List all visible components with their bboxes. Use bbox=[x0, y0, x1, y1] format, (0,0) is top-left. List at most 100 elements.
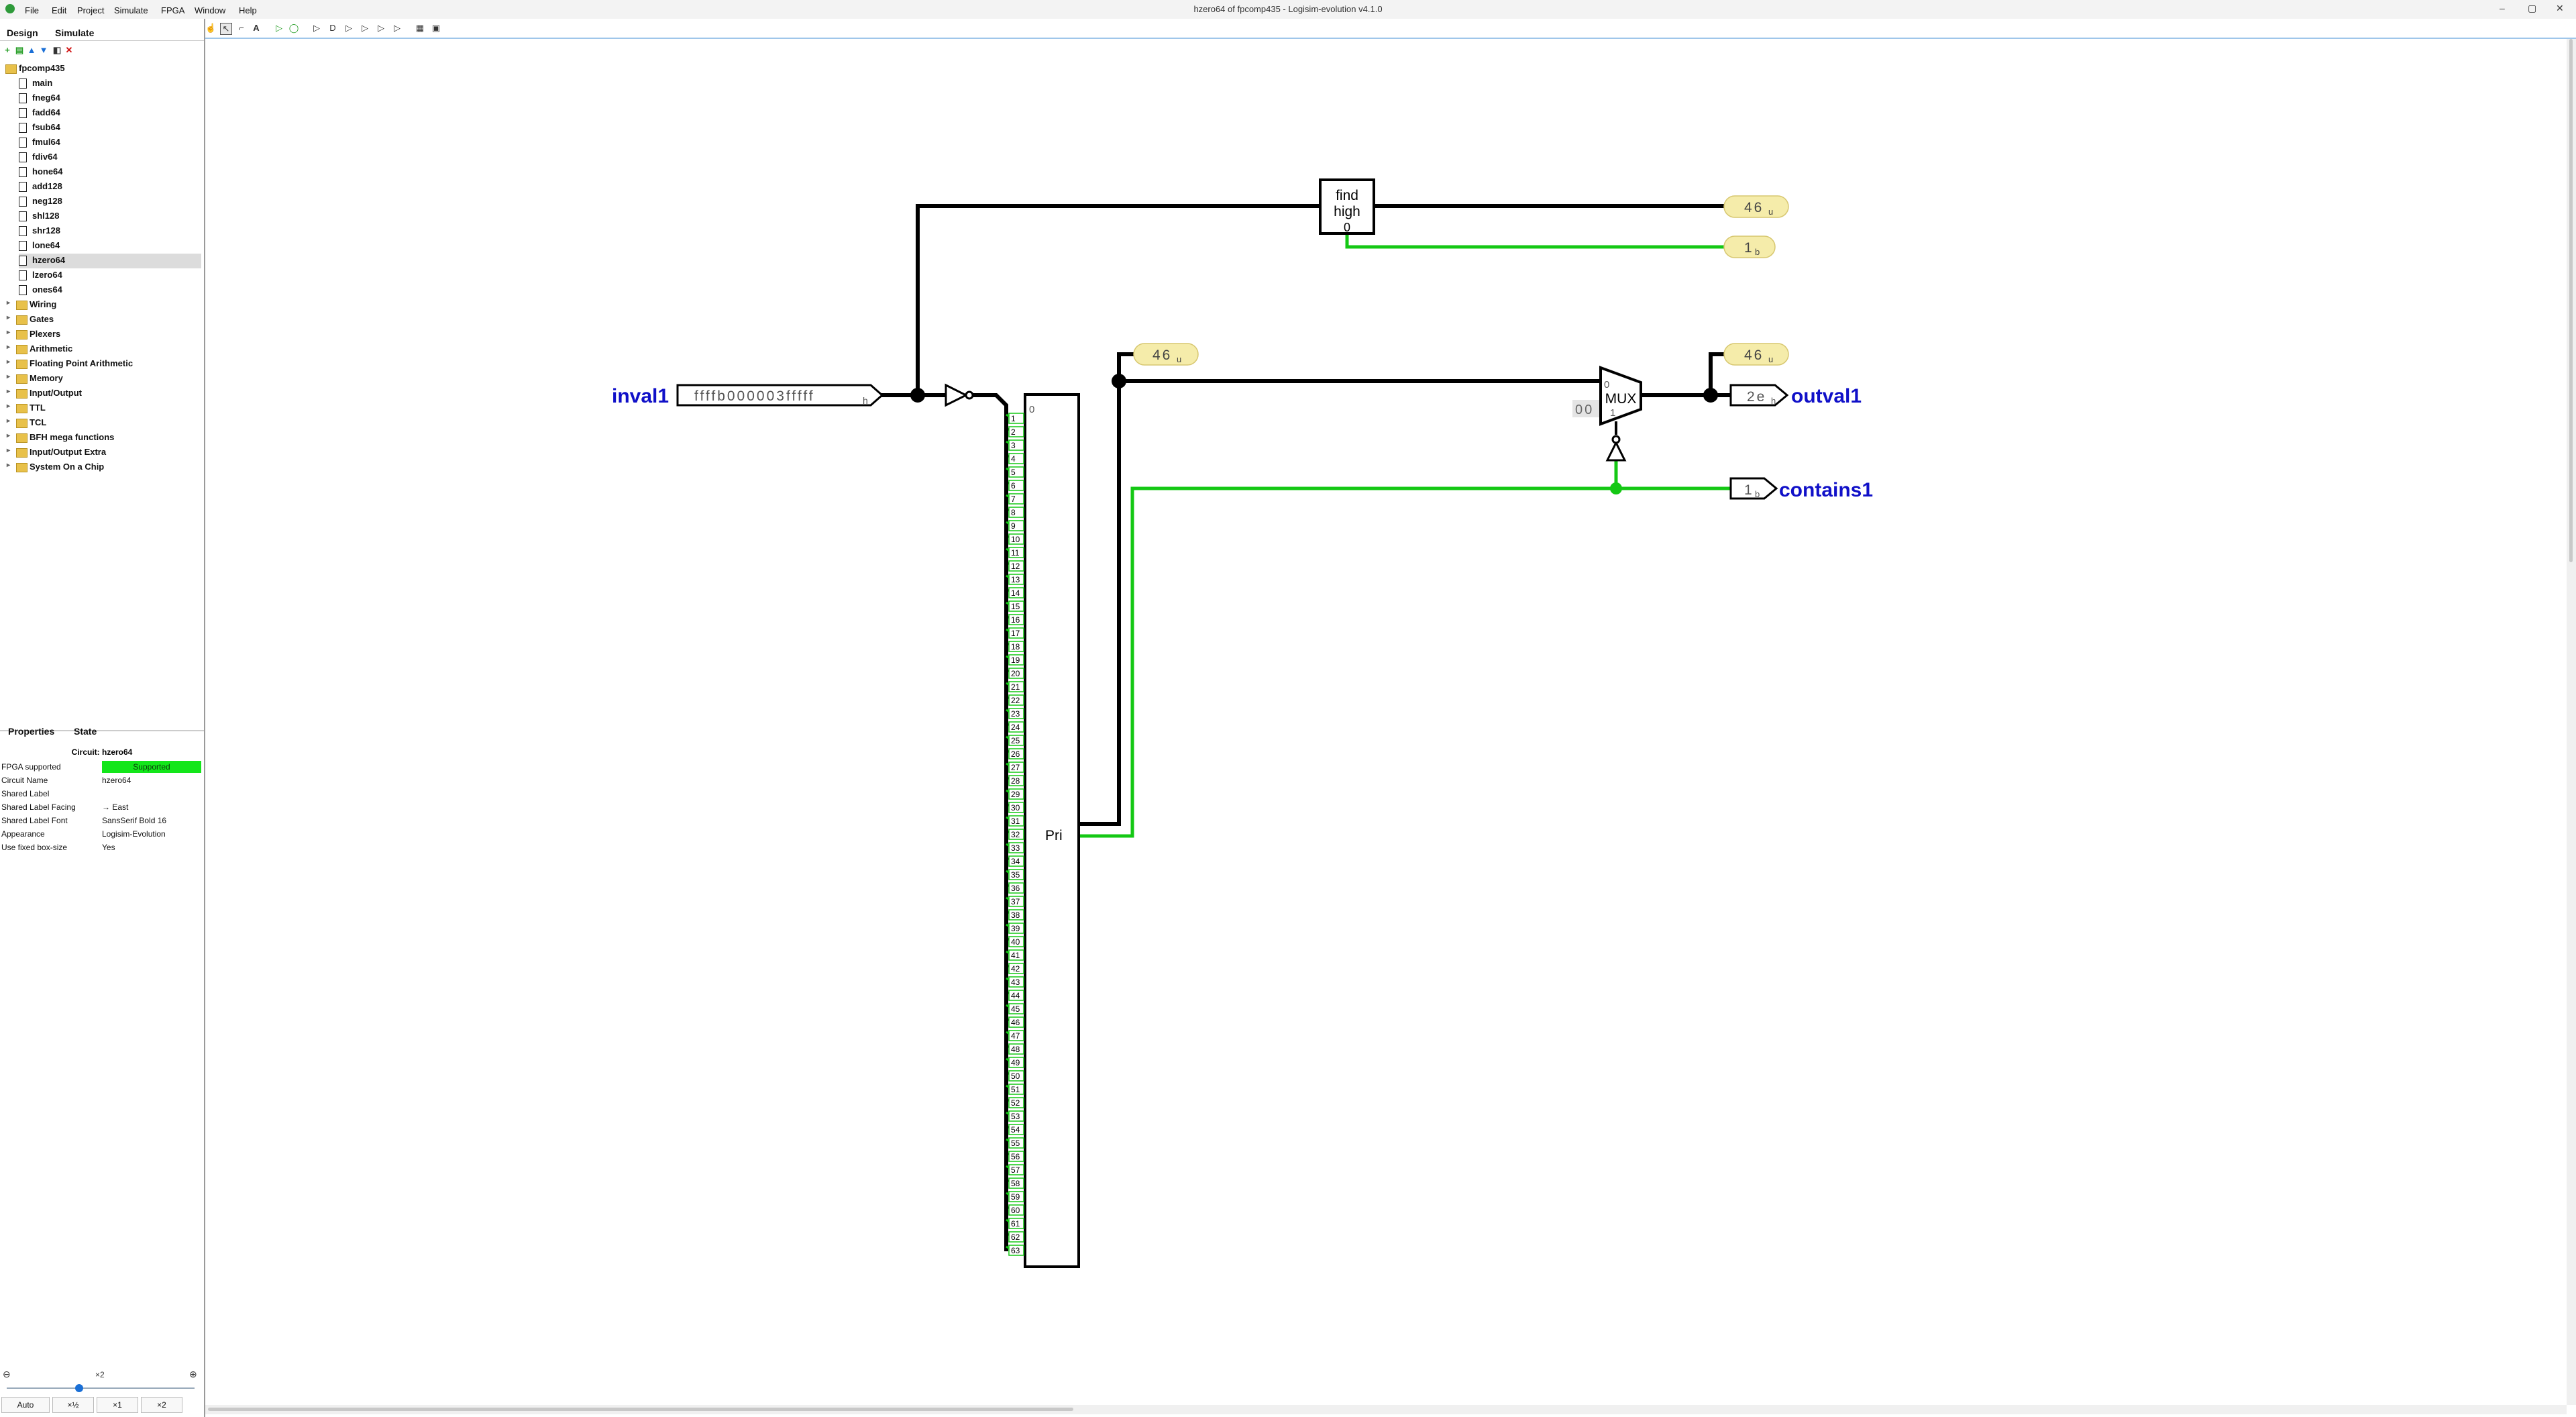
tree-library-7[interactable]: ▸ TTL bbox=[7, 401, 201, 416]
zoom-in-icon[interactable]: ⊕ bbox=[189, 1369, 197, 1380]
xor-gate-tool-icon[interactable]: ▷ bbox=[360, 23, 370, 34]
layout-view-icon[interactable]: ▦ bbox=[415, 23, 425, 34]
expand-arrow-icon[interactable]: ▸ bbox=[7, 417, 10, 425]
tree-project-root[interactable]: fpcomp435 bbox=[5, 62, 200, 76]
property-row[interactable]: FPGA supported Supported bbox=[0, 760, 201, 774]
tab-properties[interactable]: Properties bbox=[8, 726, 54, 737]
tree-library-2[interactable]: ▸ Plexers bbox=[7, 327, 201, 342]
tree-library-10[interactable]: ▸ Input/Output Extra bbox=[7, 445, 201, 460]
tree-circuit-shr128[interactable]: shr128 bbox=[19, 224, 201, 239]
tree-circuit-lzero64[interactable]: lzero64 bbox=[19, 268, 201, 283]
expand-arrow-icon[interactable]: ▸ bbox=[7, 432, 10, 439]
property-row[interactable]: Shared Label Facing → East bbox=[0, 800, 201, 814]
expand-arrow-icon[interactable]: ▸ bbox=[7, 462, 10, 469]
wiring-tool-icon[interactable]: ⌐ bbox=[236, 23, 247, 34]
or-gate-tool-icon[interactable]: ▷ bbox=[343, 23, 354, 34]
tree-circuit-add128[interactable]: add128 bbox=[19, 180, 201, 195]
probe-bit[interactable]: 1 b bbox=[1723, 235, 1776, 258]
tree-circuit-shl128[interactable]: shl128 bbox=[19, 209, 201, 224]
tree-circuit-fsub64[interactable]: fsub64 bbox=[19, 121, 201, 136]
menu-edit[interactable]: Edit bbox=[52, 5, 66, 15]
expand-arrow-icon[interactable]: ▸ bbox=[7, 373, 10, 380]
output-pin-tool-icon[interactable]: ◯ bbox=[288, 23, 299, 34]
poke-tool-icon[interactable]: ☝ bbox=[205, 23, 216, 34]
not-gate[interactable] bbox=[945, 383, 969, 407]
zoom-auto-button[interactable]: Auto bbox=[1, 1397, 50, 1413]
move-up-icon[interactable]: ▲ bbox=[27, 46, 36, 55]
close-window-button[interactable]: ✕ bbox=[2556, 3, 2564, 14]
output-pin-contains1[interactable] bbox=[1729, 477, 1778, 500]
add-circuit-icon[interactable]: + bbox=[3, 46, 12, 55]
select-tool-icon[interactable]: ↖ bbox=[220, 23, 232, 35]
menu-file[interactable]: File bbox=[25, 5, 39, 15]
tree-library-1[interactable]: ▸ Gates bbox=[7, 313, 201, 327]
zoom-2x-button[interactable]: ×2 bbox=[141, 1397, 182, 1413]
expand-arrow-icon[interactable]: ▸ bbox=[7, 403, 10, 410]
tab-simulate[interactable]: Simulate bbox=[55, 28, 94, 38]
tab-state[interactable]: State bbox=[74, 726, 97, 737]
move-down-icon[interactable]: ▼ bbox=[39, 46, 48, 55]
edit-appearance-icon[interactable]: ◧ bbox=[52, 46, 62, 55]
probe-mux[interactable]: 46 u bbox=[1723, 343, 1789, 366]
expand-arrow-icon[interactable]: ▸ bbox=[7, 344, 10, 351]
circuit-diagram[interactable]: inval1 ffffb000003fffff h find high 0 46… bbox=[205, 39, 2567, 1405]
tree-circuit-lone64[interactable]: lone64 bbox=[19, 239, 201, 254]
load-library-icon[interactable]: ▤ bbox=[15, 46, 24, 55]
tree-circuit-fadd64[interactable]: fadd64 bbox=[19, 106, 201, 121]
tree-library-8[interactable]: ▸ TCL bbox=[7, 416, 201, 431]
maximize-button[interactable]: ▢ bbox=[2528, 3, 2536, 14]
not-gate-tool-icon[interactable]: ▷ bbox=[311, 23, 322, 34]
circuit-canvas[interactable]: inval1 ffffb000003fffff h find high 0 46… bbox=[205, 39, 2567, 1405]
tree-circuit-neg128[interactable]: neg128 bbox=[19, 195, 201, 209]
horizontal-scroll-thumb[interactable] bbox=[208, 1408, 1073, 1411]
menu-project[interactable]: Project bbox=[77, 5, 104, 15]
and-gate-tool-icon[interactable]: D bbox=[327, 23, 338, 34]
nand-gate-tool-icon[interactable]: ▷ bbox=[376, 23, 386, 34]
property-row[interactable]: Use fixed box-size Yes bbox=[0, 841, 201, 854]
delete-circuit-icon[interactable]: ✕ bbox=[64, 46, 74, 55]
text-tool-icon[interactable]: A bbox=[251, 23, 262, 34]
tree-library-9[interactable]: ▸ BFH mega functions bbox=[7, 431, 201, 445]
vertical-scroll-thumb[interactable] bbox=[2569, 39, 2573, 562]
expand-arrow-icon[interactable]: ▸ bbox=[7, 388, 10, 395]
property-row[interactable]: Shared Label bbox=[0, 787, 201, 800]
tree-circuit-fmul64[interactable]: fmul64 bbox=[19, 136, 201, 150]
appearance-view-icon[interactable]: ▣ bbox=[431, 23, 441, 34]
menu-window[interactable]: Window bbox=[195, 5, 225, 15]
vertical-scrollbar[interactable] bbox=[2567, 39, 2576, 1405]
tree-circuit-fdiv64[interactable]: fdiv64 bbox=[19, 150, 201, 165]
probe-pri[interactable]: 46 u bbox=[1133, 343, 1199, 366]
tree-circuit-hzero64[interactable]: hzero64 bbox=[19, 254, 201, 268]
tab-design[interactable]: Design bbox=[7, 28, 38, 38]
tree-library-5[interactable]: ▸ Memory bbox=[7, 372, 201, 386]
minimize-button[interactable]: – bbox=[2500, 3, 2505, 13]
tree-library-11[interactable]: ▸ System On a Chip bbox=[7, 460, 201, 475]
zoom-slider-thumb[interactable] bbox=[75, 1384, 83, 1392]
tree-circuit-fneg64[interactable]: fneg64 bbox=[19, 91, 201, 106]
menu-simulate[interactable]: Simulate bbox=[114, 5, 148, 15]
zoom-1x-button[interactable]: ×1 bbox=[97, 1397, 138, 1413]
input-pin-tool-icon[interactable]: ▷ bbox=[274, 23, 284, 34]
tree-circuit-main[interactable]: main bbox=[19, 76, 201, 91]
expand-arrow-icon[interactable]: ▸ bbox=[7, 329, 10, 336]
menu-help[interactable]: Help bbox=[239, 5, 257, 15]
probe-top[interactable]: 46 u bbox=[1723, 195, 1789, 218]
expand-arrow-icon[interactable]: ▸ bbox=[7, 314, 10, 321]
zoom-half-button[interactable]: ×½ bbox=[52, 1397, 94, 1413]
expand-arrow-icon[interactable]: ▸ bbox=[7, 299, 10, 307]
tree-library-6[interactable]: ▸ Input/Output bbox=[7, 386, 201, 401]
tree-library-4[interactable]: ▸ Floating Point Arithmetic bbox=[7, 357, 201, 372]
zoom-slider-track[interactable] bbox=[7, 1387, 195, 1389]
expand-arrow-icon[interactable]: ▸ bbox=[7, 447, 10, 454]
zoom-out-icon[interactable]: ⊖ bbox=[3, 1369, 11, 1380]
tree-circuit-hone64[interactable]: hone64 bbox=[19, 165, 201, 180]
tree-library-0[interactable]: ▸ Wiring bbox=[7, 298, 201, 313]
tree-circuit-ones64[interactable]: ones64 bbox=[19, 283, 201, 298]
horizontal-scrollbar[interactable] bbox=[205, 1405, 2567, 1414]
property-row[interactable]: Appearance Logisim-Evolution bbox=[0, 827, 201, 841]
mux-select-inverter[interactable] bbox=[1605, 440, 1627, 462]
expand-arrow-icon[interactable]: ▸ bbox=[7, 358, 10, 366]
tree-library-3[interactable]: ▸ Arithmetic bbox=[7, 342, 201, 357]
property-row[interactable]: Circuit Name hzero64 bbox=[0, 774, 201, 787]
property-row[interactable]: Shared Label Font SansSerif Bold 16 bbox=[0, 814, 201, 827]
